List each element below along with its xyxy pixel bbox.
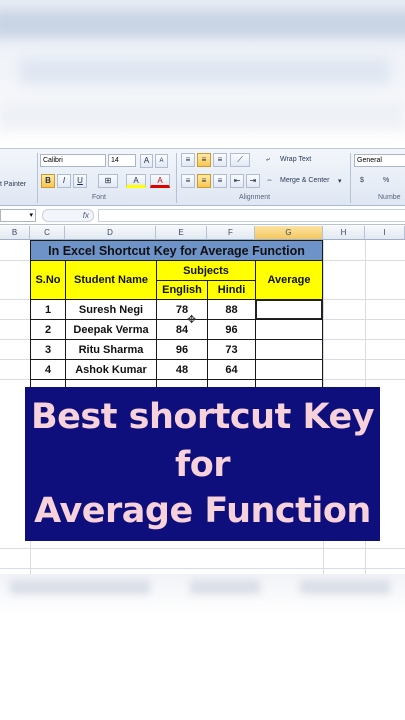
table-cell-sno[interactable]: 4 (30, 359, 66, 380)
shrink-font-button[interactable]: A (155, 154, 168, 168)
table-cell-average[interactable] (255, 359, 323, 380)
table-title[interactable]: In Excel Shortcut Key for Average Functi… (30, 240, 323, 261)
align-bottom-button[interactable]: ≡ (213, 153, 227, 167)
wrap-icon: ⤶ (266, 156, 270, 163)
italic-button[interactable]: I (57, 174, 71, 188)
header-english[interactable]: English (156, 280, 208, 300)
header-average[interactable]: Average (255, 260, 323, 300)
table-cell-hindi[interactable]: 96 (207, 319, 256, 340)
underline-button[interactable]: U (73, 174, 87, 188)
gridline (0, 548, 405, 549)
table-cell-sno[interactable]: 2 (30, 319, 66, 340)
column-header-i[interactable]: I (365, 226, 405, 240)
table-cell-name[interactable]: Suresh Negi (65, 299, 157, 320)
column-header-c[interactable]: C (30, 226, 65, 240)
column-header-f[interactable]: F (207, 226, 255, 240)
table-cell-name[interactable]: Ashok Kumar (65, 359, 157, 380)
blurred-sheet-bottom (0, 574, 405, 614)
table-cell-english[interactable]: 96 (156, 339, 208, 360)
align-top-button[interactable]: ≡ (181, 153, 195, 167)
number-format-select[interactable]: General (354, 154, 405, 167)
overlay-line-2: for (174, 445, 231, 485)
ribbon-separator (37, 153, 38, 203)
font-color-button[interactable]: A (150, 174, 170, 188)
table-cell-hindi[interactable]: 64 (207, 359, 256, 380)
table-cell-average-selected[interactable] (255, 299, 323, 320)
table-cell-english[interactable]: 48 (156, 359, 208, 380)
align-right-button[interactable]: ≡ (213, 174, 227, 188)
ribbon-separator (176, 153, 177, 203)
align-left-button[interactable]: ≡ (181, 174, 195, 188)
header-hindi[interactable]: Hindi (207, 280, 256, 300)
decrease-indent-button[interactable]: ⇤ (230, 174, 244, 188)
header-subjects[interactable]: Subjects (156, 260, 256, 281)
column-header-b[interactable]: B (0, 226, 30, 240)
blurred-title-bar (0, 10, 405, 38)
increase-indent-button[interactable]: ⇥ (246, 174, 260, 188)
title-overlay-banner: Best shortcut Key for Average Function (25, 387, 380, 541)
overlay-line-3: Average Function (34, 491, 371, 531)
overlay-line-1: Best shortcut Key (30, 397, 375, 437)
blurred-toolbar (0, 100, 405, 130)
align-center-button[interactable]: ≡ (197, 174, 211, 188)
blurred-sheet-tabs (10, 580, 150, 594)
number-group-label: Numbe (378, 194, 401, 201)
header-sno[interactable]: S.No (30, 260, 66, 300)
merge-icon: ⇔ (266, 177, 273, 184)
table-cell-average[interactable] (255, 319, 323, 340)
insert-function-button[interactable]: fx (42, 209, 94, 222)
font-size-select[interactable]: 14 (108, 154, 136, 167)
gridline (0, 568, 405, 569)
borders-button[interactable]: ⊞ (98, 174, 118, 188)
header-student-name[interactable]: Student Name (65, 260, 157, 300)
table-cell-hindi[interactable]: 88 (207, 299, 256, 320)
column-header-d[interactable]: D (65, 226, 156, 240)
table-cell-name[interactable]: Ritu Sharma (65, 339, 157, 360)
table-cell-average[interactable] (255, 339, 323, 360)
blurred-tabs (20, 58, 390, 84)
wrap-text-button[interactable]: Wrap Text (280, 156, 311, 163)
column-header-e[interactable]: E (156, 226, 207, 240)
name-box[interactable]: ▾ (0, 209, 36, 222)
table-cell-hindi[interactable]: 73 (207, 339, 256, 360)
ribbon-separator (350, 153, 351, 203)
column-header-g[interactable]: G (255, 226, 323, 240)
table-cell-sno[interactable]: 1 (30, 299, 66, 320)
grow-font-button[interactable]: A (140, 154, 153, 168)
font-name-select[interactable]: Calibri (40, 154, 106, 167)
blurred-status (190, 580, 260, 594)
blurred-window-top (0, 0, 405, 148)
table-cell-english[interactable]: 84 (156, 319, 208, 340)
merge-center-button[interactable]: Merge & Center (280, 177, 329, 184)
table-cell-english[interactable]: 78 (156, 299, 208, 320)
percent-button[interactable]: % (383, 177, 389, 184)
align-middle-button[interactable]: ≡ (197, 153, 211, 167)
alignment-group-label: Alignment (239, 194, 271, 201)
formula-bar: ▾ fx (0, 207, 405, 225)
bold-button[interactable]: B (41, 174, 55, 188)
currency-button[interactable]: $ (360, 177, 364, 184)
font-group-label: Font (92, 194, 107, 201)
column-header-h[interactable]: H (323, 226, 365, 240)
table-cell-sno[interactable]: 3 (30, 339, 66, 360)
format-painter-button[interactable]: t Painter (0, 181, 26, 188)
ribbon-home: t Painter Calibri 14 A A B I U ⊞ A A Fon… (0, 148, 405, 206)
fill-color-button[interactable]: A (126, 174, 146, 188)
formula-input[interactable] (98, 209, 405, 222)
mouse-cursor-icon: ✥ (187, 314, 197, 326)
table-cell-name[interactable]: Deepak Verma (65, 319, 157, 340)
blurred-zoom (300, 580, 390, 594)
chevron-down-icon[interactable]: ▾ (338, 177, 342, 185)
orientation-button[interactable]: ⟋ (230, 153, 250, 167)
